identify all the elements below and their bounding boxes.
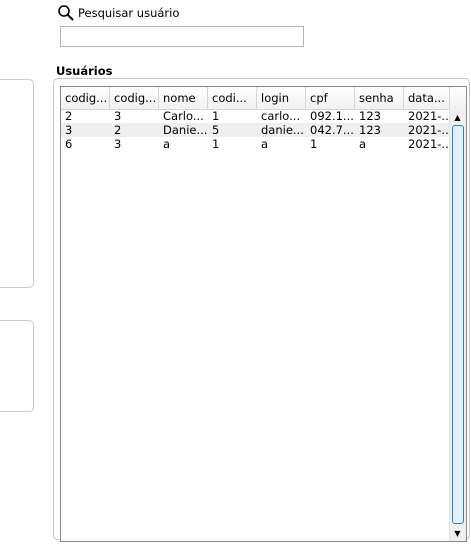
table-body: 2 3 Carlo... 1 carlo... 092.1... 123 2021-... 3 2… — [61, 109, 450, 151]
table-cell: 123 — [359, 123, 381, 137]
column-header[interactable]: codig... — [61, 87, 110, 109]
table-row[interactable]: 2 3 Carlo... 1 carlo... 092.1... 123 2021-... — [61, 109, 450, 123]
table-cell: Carlo... — [163, 109, 204, 123]
table-row[interactable]: 3 2 Danie... 5 danie... 042.7... 123 2021-... — [61, 123, 450, 137]
table-cell: 6 — [65, 137, 73, 151]
table-cell: 3 — [65, 123, 73, 137]
table-cell: 042.7... — [310, 123, 354, 137]
header-corner — [450, 87, 466, 110]
column-header[interactable]: nome — [159, 87, 208, 109]
table-cell: a — [163, 137, 171, 151]
table-cell: danie... — [261, 123, 304, 137]
scroll-up-arrow-icon[interactable]: ▲ — [450, 109, 465, 125]
table-cell: 1 — [212, 109, 220, 123]
table-row[interactable]: 6 3 a 1 a 1 a 2021-... — [61, 137, 450, 151]
column-header[interactable]: cpf — [306, 87, 355, 109]
search-label: Pesquisar usuário — [57, 3, 179, 23]
table-cell: 5 — [212, 123, 220, 137]
table-cell: a — [359, 137, 367, 151]
table-cell: carlo... — [261, 109, 301, 123]
column-header[interactable]: codig... — [110, 87, 159, 109]
column-header[interactable]: senha — [355, 87, 404, 109]
search-label-text: Pesquisar usuário — [78, 6, 180, 20]
table-cell: 123 — [359, 109, 381, 123]
table-cell: 092.1... — [310, 109, 354, 123]
column-header[interactable]: login — [257, 87, 306, 109]
search-input[interactable] — [60, 26, 304, 47]
table-cell: 2021-... — [408, 137, 450, 151]
table-cell: 3 — [114, 137, 122, 151]
table-cell: 1 — [310, 137, 318, 151]
column-header[interactable]: data... — [404, 87, 450, 109]
search-icon — [57, 4, 75, 22]
left-panel-top — [0, 79, 34, 288]
column-header[interactable]: codi... — [208, 87, 257, 109]
table-cell: 2021-... — [408, 123, 450, 137]
table-cell: 2021-... — [408, 109, 450, 123]
table-header: codig... codig... nome codi... login cpf senha… — [61, 87, 466, 110]
vertical-scrollbar[interactable]: ▲ ▼ — [449, 109, 466, 541]
table-cell: Danie... — [163, 123, 208, 137]
table-cell: 2 — [65, 109, 73, 123]
table-cell: 3 — [114, 109, 122, 123]
table-cell: a — [261, 137, 269, 151]
table-cell: 2 — [114, 123, 122, 137]
left-panel-bottom — [0, 320, 34, 412]
table-cell: 1 — [212, 137, 220, 151]
users-group-title: Usuários — [56, 64, 113, 78]
scroll-down-arrow-icon[interactable]: ▼ — [450, 525, 465, 541]
scroll-thumb[interactable] — [452, 125, 464, 524]
users-table[interactable]: codig... codig... nome codi... login cpf senha… — [60, 86, 467, 542]
